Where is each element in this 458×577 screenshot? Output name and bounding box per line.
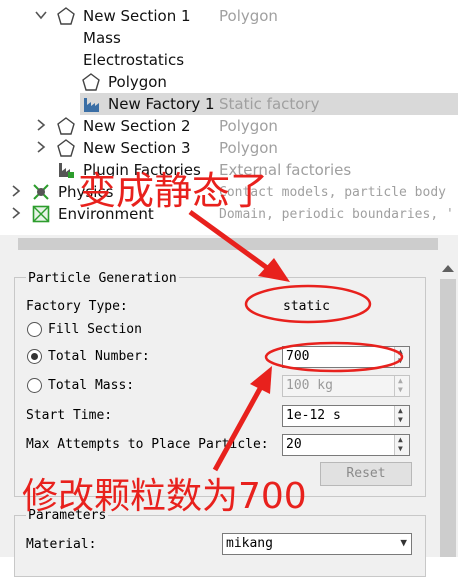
group-title: Particle Generation: [26, 271, 179, 286]
annotation-text-bottom: 修改颗粒数为700: [22, 476, 307, 517]
scrollbar-thumb[interactable]: [18, 238, 438, 250]
factory-type-label: Factory Type:: [26, 299, 128, 314]
fill-section-radio[interactable]: [27, 322, 42, 337]
material-dropdown[interactable]: mikang ▼: [222, 533, 412, 555]
reset-button[interactable]: Reset: [320, 462, 412, 486]
total-number-radio[interactable]: [27, 349, 42, 364]
spin-arrows[interactable]: ▲ ▼: [394, 435, 409, 455]
tree-item-label: New Section 3: [83, 139, 191, 157]
tree-item-label: Polygon: [108, 73, 167, 91]
annotation-text-top: 变成静态了: [78, 169, 269, 213]
polygon-icon: [57, 117, 75, 135]
polygon-icon: [57, 139, 75, 157]
tree-item-new-section-1[interactable]: New Section 1 Polygon: [0, 5, 458, 27]
max-attempts-label: Max Attempts to Place Particle:: [26, 437, 269, 452]
chevron-right-icon[interactable]: [34, 118, 48, 132]
physics-icon: [33, 184, 49, 200]
tree-item-label: New Section 2: [83, 117, 191, 135]
factory-type-value: static: [283, 299, 330, 314]
environment-icon: [32, 205, 50, 223]
tree-item-polygon[interactable]: Polygon: [0, 71, 458, 93]
plugin-factory-icon: [59, 163, 74, 178]
chevron-down-icon: ▼: [400, 536, 407, 549]
tree-item-label: Electrostatics: [83, 51, 185, 69]
factory-icon: [84, 98, 99, 112]
tree-item-new-factory-1[interactable]: New Factory 1 Static factory: [0, 93, 458, 115]
tree-item-desc: Polygon: [219, 7, 278, 25]
total-mass-label: Total Mass:: [48, 378, 135, 393]
material-label: Material:: [26, 537, 97, 552]
spin-arrows[interactable]: ▲ ▼: [394, 406, 409, 426]
tree-item-electrostatics[interactable]: Electrostatics: [0, 49, 458, 71]
total-number-value: 700: [286, 349, 310, 364]
total-mass-radio[interactable]: [27, 378, 42, 393]
polygon-icon: [57, 7, 75, 25]
spin-arrows[interactable]: ▲ ▼: [394, 376, 409, 396]
total-mass-value: 100 kg: [286, 378, 333, 393]
form-vertical-scrollbar[interactable]: [438, 259, 458, 557]
tree-item-label: Mass: [83, 29, 121, 47]
tree-item-new-section-3[interactable]: New Section 3 Polygon: [0, 137, 458, 159]
max-attempts-spinbox[interactable]: 20 ▲ ▼: [282, 434, 410, 456]
total-mass-spinbox[interactable]: 100 kg ▲ ▼: [282, 375, 410, 397]
total-number-spinbox[interactable]: 700 ▲ ▼: [282, 346, 410, 368]
max-attempts-value: 20: [286, 437, 302, 452]
chevron-right-icon[interactable]: [9, 206, 23, 220]
tree-item-desc: Static factory: [219, 95, 320, 113]
chevron-right-icon[interactable]: [34, 140, 48, 154]
scrollbar-thumb[interactable]: [440, 279, 456, 557]
tree-item-new-section-2[interactable]: New Section 2 Polygon: [0, 115, 458, 137]
chevron-right-icon[interactable]: [9, 184, 23, 198]
tree-item-label: New Factory 1: [108, 95, 215, 113]
start-time-value: 1e-12 s: [286, 408, 341, 423]
start-time-spinbox[interactable]: 1e-12 s ▲ ▼: [282, 405, 410, 427]
scroll-up-icon[interactable]: [442, 265, 454, 272]
start-time-label: Start Time:: [26, 408, 113, 423]
fill-section-label: Fill Section: [48, 322, 142, 337]
tree-item-mass[interactable]: Mass: [0, 27, 458, 49]
tree-item-desc: Polygon: [219, 117, 278, 135]
tree-item-desc: Polygon: [219, 139, 278, 157]
polygon-icon: [82, 73, 100, 91]
chevron-down-icon[interactable]: [34, 8, 48, 22]
tree-horizontal-scrollbar[interactable]: [0, 235, 458, 253]
total-number-label: Total Number:: [48, 349, 150, 364]
tree-item-label: New Section 1: [83, 7, 191, 25]
material-value: mikang: [226, 536, 273, 551]
section-tree: New Section 1 Polygon Mass Electrostatic…: [0, 0, 458, 254]
spin-arrows[interactable]: ▲ ▼: [394, 347, 409, 367]
